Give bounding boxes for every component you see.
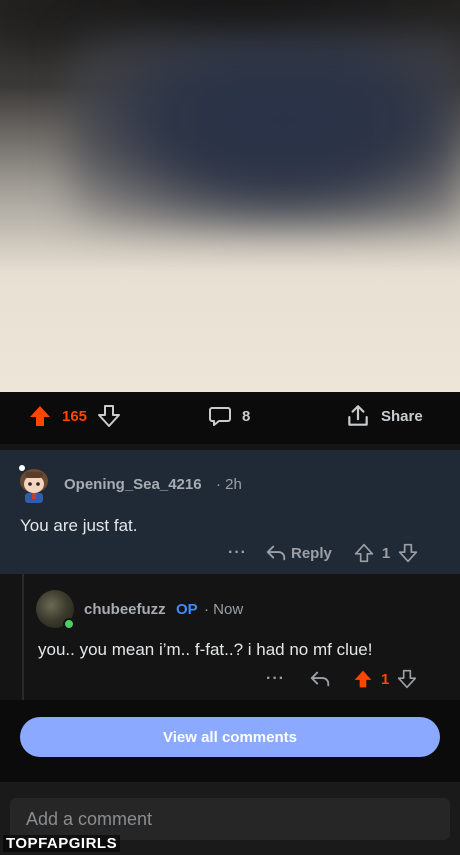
reply-arrow-icon[interactable]: [309, 669, 331, 689]
downvote-arrow-icon[interactable]: [398, 543, 418, 563]
upvote-arrow-icon[interactable]: [353, 669, 373, 689]
thread-line: [22, 574, 24, 700]
post-vote-count: 165: [62, 407, 88, 425]
comment-bubble-icon: [208, 404, 232, 428]
media-blurred-region: [70, 30, 460, 230]
share-icon: [345, 403, 371, 429]
watermark-logo: TOPFAPGIRLS: [3, 835, 121, 852]
downvote-arrow-icon[interactable]: [397, 669, 417, 689]
comment-username[interactable]: Opening_Sea_4216: [64, 476, 202, 493]
more-options-button[interactable]: ···: [266, 670, 285, 688]
comment-actions: ··· Reply 1: [228, 542, 418, 564]
view-all-section: View all comments: [0, 700, 460, 782]
add-comment-input[interactable]: Add a comment: [10, 798, 450, 840]
comment-timestamp: · Now: [204, 601, 244, 618]
comment-username[interactable]: chubeefuzz: [84, 601, 166, 618]
comment-timestamp: · 2h: [216, 476, 242, 493]
post-vote-group: 165: [28, 404, 121, 428]
comment-score: 1: [381, 544, 391, 562]
avatar[interactable]: [16, 464, 52, 504]
post-media-image[interactable]: [0, 0, 460, 392]
share-label: Share: [381, 407, 423, 425]
comment-body: You are just fat.: [20, 516, 138, 535]
reply-arrow-icon: [265, 543, 287, 563]
comment-actions: ··· 1: [266, 668, 417, 690]
upvote-arrow-icon[interactable]: [28, 404, 52, 428]
comment-highlighted: Opening_Sea_4216 · 2h You are just fat. …: [0, 450, 460, 574]
downvote-arrow-icon[interactable]: [97, 404, 121, 428]
comment-reply: chubeefuzz OP · Now you.. you mean i’m..…: [0, 574, 460, 700]
comment-body: you.. you mean i’m.. f-fat..? i had no m…: [38, 640, 373, 659]
comment-count: 8: [242, 407, 251, 425]
op-badge: OP: [176, 601, 198, 618]
reply-label: Reply: [290, 544, 332, 562]
online-status-icon: [63, 618, 75, 630]
comment-score: 1: [380, 670, 390, 688]
comments-button[interactable]: 8: [208, 404, 250, 428]
more-options-button[interactable]: ···: [228, 544, 247, 562]
reply-button[interactable]: Reply: [265, 543, 332, 563]
share-button[interactable]: Share: [345, 403, 423, 429]
post-action-bar: 165 8 Share: [0, 392, 460, 444]
upvote-arrow-icon[interactable]: [354, 543, 374, 563]
view-all-comments-button[interactable]: View all comments: [20, 717, 440, 757]
